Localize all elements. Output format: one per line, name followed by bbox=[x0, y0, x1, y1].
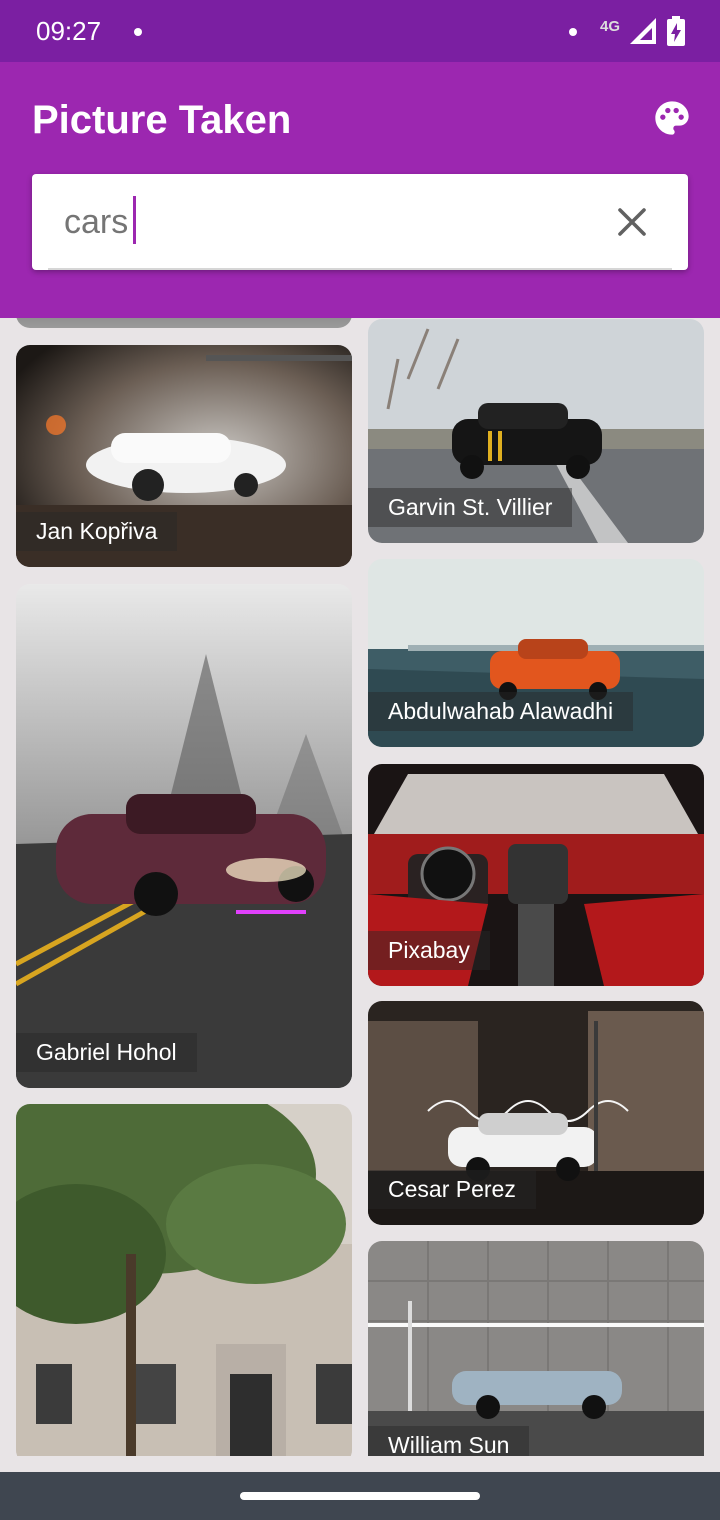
photo-author: Cesar Perez bbox=[368, 1170, 536, 1209]
photo-author: Jan Kopřiva bbox=[16, 512, 178, 551]
photo-card[interactable]: Abdulwahab Alawadhi bbox=[368, 559, 704, 747]
app-title: Picture Taken bbox=[32, 98, 292, 142]
search-underline bbox=[48, 268, 672, 270]
photo-card[interactable] bbox=[16, 1104, 352, 1456]
photo-card[interactable]: Pixabay bbox=[368, 764, 704, 986]
car-photo bbox=[16, 584, 352, 1088]
home-gesture-handle[interactable] bbox=[240, 1492, 480, 1500]
photo-author: Gabriel Hohol bbox=[16, 1033, 197, 1072]
photo-card[interactable]: Jan Kopřiva bbox=[16, 345, 352, 567]
battery-charging-icon bbox=[667, 16, 685, 46]
photo-card[interactable]: Cesar Perez bbox=[368, 1001, 704, 1225]
photo-author: Abdulwahab Alawadhi bbox=[368, 692, 634, 731]
search-box bbox=[32, 174, 688, 270]
network-type: 4G bbox=[600, 18, 621, 35]
status-time: 09:27 bbox=[36, 16, 102, 46]
building-photo bbox=[16, 1104, 352, 1456]
notification-dot-icon bbox=[134, 28, 142, 36]
car-photo bbox=[368, 1241, 704, 1456]
navigation-bar bbox=[0, 1472, 720, 1520]
status-bar: 09:27 4G bbox=[0, 0, 720, 62]
photo-card[interactable] bbox=[16, 318, 352, 328]
text-cursor bbox=[133, 196, 136, 244]
palette-icon[interactable] bbox=[652, 98, 692, 138]
photo-author: Garvin St. Villier bbox=[368, 488, 573, 527]
photo-author: William Sun bbox=[368, 1426, 530, 1456]
photo-card[interactable]: Gabriel Hohol bbox=[16, 584, 352, 1088]
photo-grid[interactable]: Jan Kopřiva Garvin St. Villier Abdulwaha… bbox=[0, 318, 720, 1456]
app-bar: Picture Taken bbox=[0, 62, 720, 318]
photo-card[interactable]: Garvin St. Villier bbox=[368, 319, 704, 543]
search-input[interactable] bbox=[64, 192, 584, 252]
photo-author: Pixabay bbox=[368, 931, 490, 970]
clear-icon[interactable] bbox=[614, 204, 650, 240]
photo-card[interactable]: William Sun bbox=[368, 1241, 704, 1456]
notification-dot-icon bbox=[569, 28, 577, 36]
signal-icon bbox=[630, 18, 656, 44]
